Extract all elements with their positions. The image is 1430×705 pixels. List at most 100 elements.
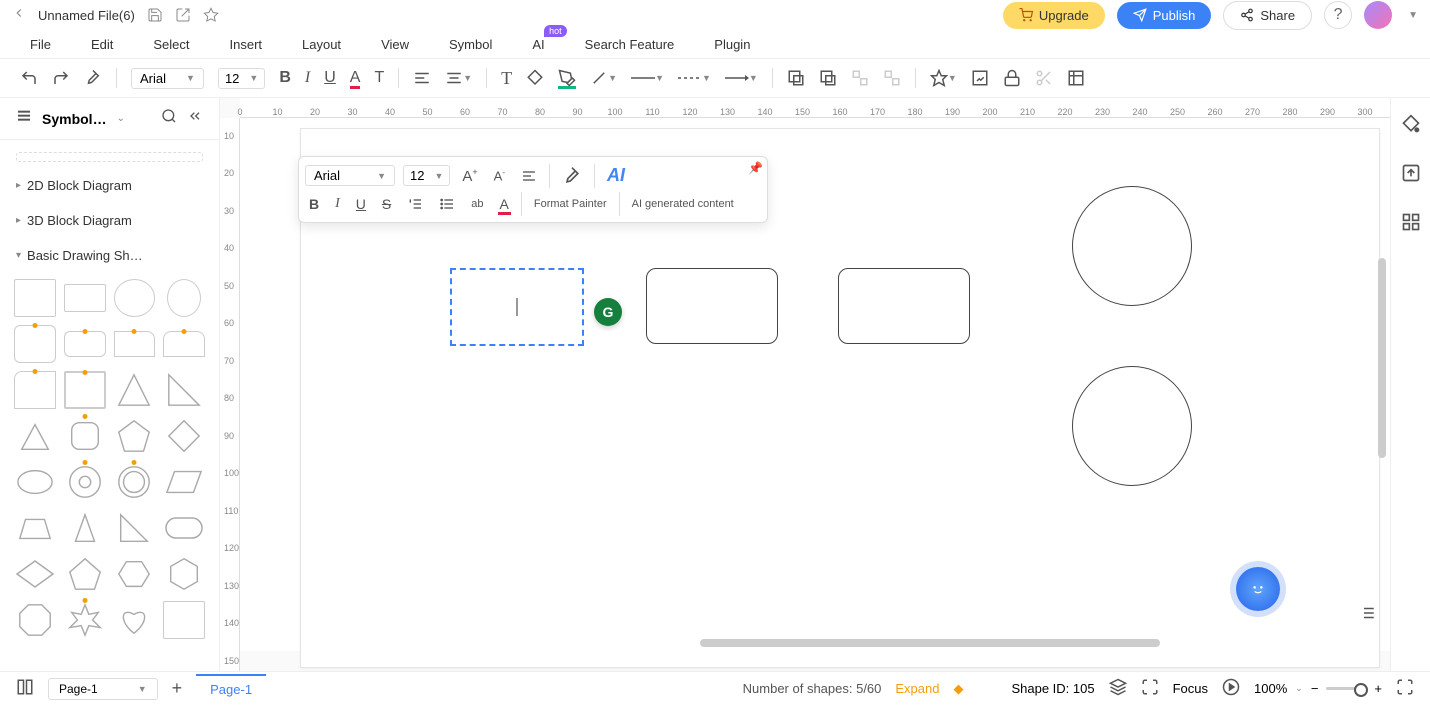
align-button[interactable] [413,69,431,87]
edit-shape-button[interactable] [971,69,989,87]
front-text-button[interactable] [819,69,837,87]
chat-assistant-button[interactable] [1236,567,1280,611]
shape-top-round[interactable] [163,331,205,357]
play-icon[interactable] [1222,678,1240,699]
menu-view[interactable]: View [381,37,409,52]
back-arrow-icon[interactable] [12,6,26,25]
shape-triangle2[interactable] [14,417,56,455]
shape-rounded-rect[interactable] [64,331,106,357]
zoom-slider[interactable] [1326,687,1366,690]
menu-select[interactable]: Select [153,37,189,52]
shape-pentagon2[interactable] [64,555,106,593]
float-size-select[interactable]: 12 ▼ [403,165,450,186]
vertical-align-button[interactable]: ▼ [445,69,472,87]
grammarly-badge[interactable]: G [594,298,622,326]
layers-icon[interactable] [1109,678,1127,699]
caret-down-icon[interactable]: ⌄ [1295,683,1303,694]
save-icon[interactable] [147,7,163,23]
float-underline-button[interactable]: U [352,194,370,214]
shape-triangle-narrow[interactable] [64,509,106,547]
float-italic-button[interactable]: I [331,194,344,214]
pages-panel-icon[interactable] [16,678,34,699]
publish-button[interactable]: Publish [1117,2,1212,29]
text-tool-button[interactable]: T [501,68,512,89]
canvas-scrollbar-horizontal[interactable] [700,639,1160,647]
search-icon[interactable] [161,108,177,129]
collapse-sidebar-icon[interactable] [187,108,203,129]
float-ordered-list-button[interactable] [403,194,427,214]
arrow-style-button[interactable]: ▼ [725,73,758,83]
grid-panel-icon[interactable] [1401,212,1421,237]
outline-panel-icon[interactable] [1358,604,1376,627]
increase-font-button[interactable]: A+ [458,165,481,187]
float-format-painter[interactable] [558,164,586,188]
underline-button[interactable]: U [324,69,336,87]
shape-parallelogram[interactable] [163,463,205,501]
canvas-scrollbar-vertical[interactable] [1378,258,1386,458]
canvas-shape-rect1[interactable] [646,268,778,344]
shape-ellipse-v[interactable] [167,279,201,317]
help-button[interactable]: ? [1324,1,1352,29]
highlight-button[interactable]: T [374,69,384,87]
font-select[interactable]: Arial ▼ [131,68,204,89]
zoom-in-button[interactable]: + [1374,681,1382,696]
zoom-out-button[interactable]: − [1311,681,1319,696]
shape-hexagon[interactable] [114,555,156,593]
shape-document[interactable] [163,601,205,639]
float-bullet-list-button[interactable] [435,194,459,214]
page-tab[interactable]: Page-1 [196,674,266,703]
float-strikethrough-button[interactable]: S [378,194,395,214]
shape-octagon[interactable] [14,601,56,639]
fullscreen-icon[interactable] [1396,678,1414,699]
shape-pentagon[interactable] [114,417,156,455]
shape-donut[interactable] [64,463,106,501]
user-avatar[interactable] [1364,1,1392,29]
menu-search[interactable]: Search Feature [585,37,675,52]
sidebar-section-basic-shapes[interactable]: ▾ Basic Drawing Sh… [0,238,219,273]
float-bold-button[interactable]: B [305,194,323,214]
star-icon[interactable] [203,7,219,23]
shape-right-triangle[interactable] [163,371,205,409]
menu-ai[interactable]: AI hot [532,37,544,52]
shape-right-triangle2[interactable] [114,509,156,547]
lock-button[interactable] [1003,69,1021,87]
sidebar-section-3d-block[interactable]: ▸ 3D Block Diagram [0,203,219,238]
shape-square[interactable] [14,279,56,317]
sidebar-section-2d-block[interactable]: ▸ 2D Block Diagram [0,168,219,203]
shape-circle[interactable] [114,279,156,317]
export-panel-icon[interactable] [1401,163,1421,188]
canvas-shape-rect2[interactable] [838,268,970,344]
line-style-button[interactable]: ▼ [631,73,664,83]
fill-button[interactable] [526,69,544,87]
shape-rectangle[interactable] [64,284,106,312]
dash-style-button[interactable]: ▼ [678,73,711,83]
effects-button[interactable]: ▼ [930,69,957,87]
pin-icon[interactable]: 📌 [748,161,763,175]
italic-button[interactable]: I [305,69,310,87]
shape-trapezoid[interactable] [14,509,56,547]
float-font-select[interactable]: Arial ▼ [305,165,395,186]
undo-button[interactable] [20,69,38,87]
shape-frame[interactable] [64,371,106,409]
pen-color-button[interactable] [558,69,576,87]
focus-label[interactable]: Focus [1173,681,1208,696]
bold-button[interactable]: B [279,69,291,87]
canvas-shape-circle1[interactable] [1072,186,1192,306]
menu-insert[interactable]: Insert [230,37,263,52]
fill-panel-icon[interactable] [1401,114,1421,139]
page-select[interactable]: Page-1 ▼ [48,678,158,700]
redo-button[interactable] [52,69,70,87]
shape-corner-round[interactable] [14,371,56,409]
menu-layout[interactable]: Layout [302,37,341,52]
table-button[interactable] [1067,69,1085,87]
export-icon[interactable] [175,7,191,23]
font-color-button[interactable]: A [350,69,361,87]
shape-pentagon-round[interactable] [64,417,106,455]
shape-star-burst[interactable] [64,601,106,639]
shape-diamond[interactable] [163,417,205,455]
decrease-font-button[interactable]: A- [490,166,509,185]
shape-diamond-wide[interactable] [14,555,56,593]
float-text-wrap-button[interactable]: ab [467,196,487,212]
add-page-button[interactable]: + [172,678,183,699]
line-tool-button[interactable]: ▼ [590,69,617,87]
